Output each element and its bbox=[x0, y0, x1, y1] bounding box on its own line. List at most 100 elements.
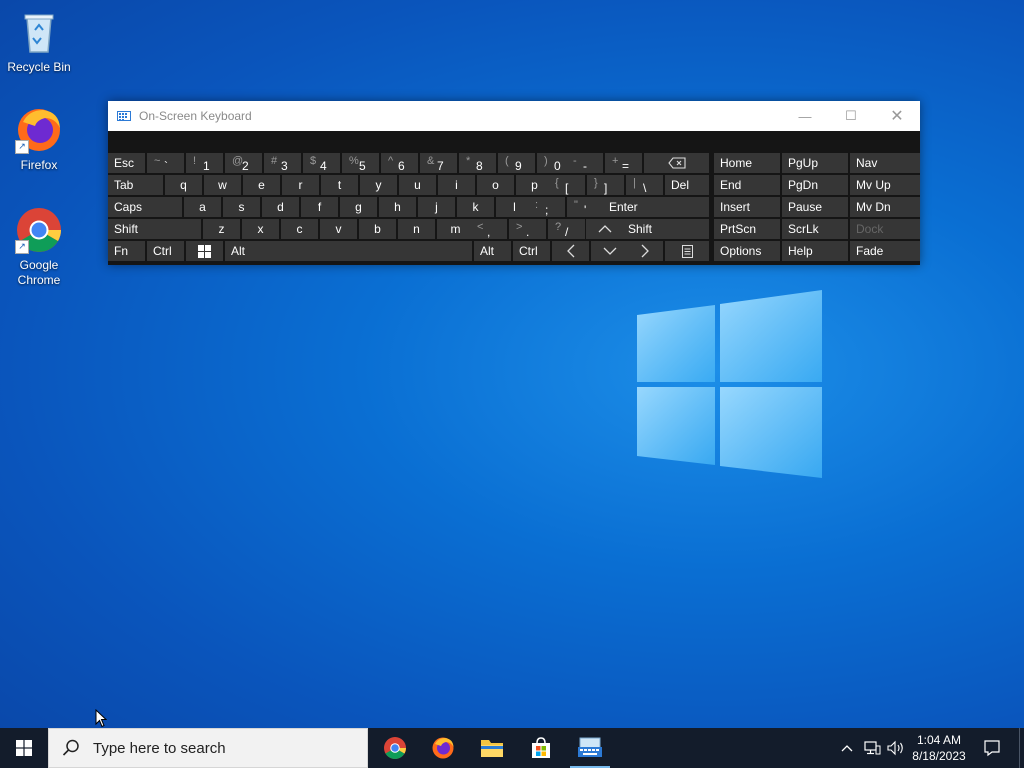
key-y[interactable]: y bbox=[360, 175, 397, 195]
key-bksp[interactable] bbox=[644, 153, 709, 173]
key-w[interactable]: w bbox=[204, 175, 241, 195]
taskbar-clock[interactable]: 1:04 AM 8/18/2023 bbox=[900, 732, 978, 764]
taskbar-chrome-button[interactable] bbox=[371, 728, 419, 768]
key-mvup[interactable]: Mv Up bbox=[850, 175, 920, 195]
key-equals[interactable]: + = bbox=[605, 153, 642, 173]
key-d8[interactable]: * 8 bbox=[459, 153, 496, 173]
key-quote[interactable]: " ' bbox=[567, 197, 604, 217]
key-x[interactable]: x bbox=[242, 219, 279, 239]
key-a[interactable]: a bbox=[184, 197, 221, 217]
key-enter[interactable]: Enter bbox=[603, 197, 709, 217]
key-comma[interactable]: <, bbox=[470, 219, 507, 239]
start-button[interactable] bbox=[0, 728, 48, 768]
desktop-icon-firefox[interactable]: ↗ Firefox bbox=[1, 106, 77, 173]
key-u[interactable]: u bbox=[399, 175, 436, 195]
key-d6[interactable]: ^ 6 bbox=[381, 153, 418, 173]
key-prtscn[interactable]: PrtScn bbox=[714, 219, 780, 239]
key-pgdn[interactable]: PgDn bbox=[782, 175, 848, 195]
key-insert[interactable]: Insert bbox=[714, 197, 780, 217]
key-mvdn[interactable]: Mv Dn bbox=[850, 197, 920, 217]
key-s[interactable]: s bbox=[223, 197, 260, 217]
key-slash[interactable]: ? / bbox=[548, 219, 585, 239]
key-t[interactable]: t bbox=[321, 175, 358, 195]
key-help[interactable]: Help bbox=[782, 241, 848, 261]
key-f[interactable]: f bbox=[301, 197, 338, 217]
key-d7[interactable]: & 7 bbox=[420, 153, 457, 173]
key-ctrl-r[interactable]: Ctrl bbox=[513, 241, 550, 261]
key-period[interactable]: >. bbox=[509, 219, 546, 239]
minimize-button[interactable]: — bbox=[782, 101, 828, 131]
key-fn[interactable]: Fn bbox=[108, 241, 145, 261]
key-home[interactable]: Home bbox=[714, 153, 780, 173]
key-esc[interactable]: Esc bbox=[108, 153, 145, 173]
taskbar-store-button[interactable] bbox=[517, 728, 565, 768]
key-o[interactable]: o bbox=[477, 175, 514, 195]
key-r[interactable]: r bbox=[282, 175, 319, 195]
key-caps[interactable]: Caps bbox=[108, 197, 182, 217]
key-q[interactable]: q bbox=[165, 175, 202, 195]
key-d2[interactable]: @2 bbox=[225, 153, 262, 173]
key-d3[interactable]: #3 bbox=[264, 153, 301, 173]
close-button[interactable]: ✕ bbox=[874, 101, 920, 131]
key-del[interactable]: Del bbox=[665, 175, 709, 195]
network-button[interactable] bbox=[860, 728, 884, 768]
key-d4[interactable]: $4 bbox=[303, 153, 340, 173]
key-shift-r[interactable]: Shift bbox=[622, 219, 709, 239]
key-end[interactable]: End bbox=[714, 175, 780, 195]
key-left[interactable] bbox=[552, 241, 589, 261]
key-pause[interactable]: Pause bbox=[782, 197, 848, 217]
taskbar-firefox-button[interactable] bbox=[419, 728, 467, 768]
show-hidden-icons-button[interactable] bbox=[837, 728, 857, 768]
key-g[interactable]: g bbox=[340, 197, 377, 217]
key-d9[interactable]: (9 bbox=[498, 153, 535, 173]
key-dock[interactable]: Dock bbox=[850, 219, 920, 239]
key-d5[interactable]: % 5 bbox=[342, 153, 379, 173]
key-j[interactable]: j bbox=[418, 197, 455, 217]
key-menu[interactable] bbox=[665, 241, 709, 261]
key-tilde[interactable]: ~ ` bbox=[147, 153, 184, 173]
key-shift-l[interactable]: Shift bbox=[108, 219, 201, 239]
key-alt-l[interactable]: Alt bbox=[225, 241, 262, 261]
key-lbrace[interactable]: {[ bbox=[548, 175, 585, 195]
key-k[interactable]: k bbox=[457, 197, 494, 217]
key-rbrace[interactable]: }] bbox=[587, 175, 624, 195]
key-d1[interactable]: ! 1 bbox=[186, 153, 223, 173]
key-pgup[interactable]: PgUp bbox=[782, 153, 848, 173]
key-alt-r[interactable]: Alt bbox=[474, 241, 511, 261]
key-win[interactable] bbox=[186, 241, 223, 261]
key-b[interactable]: b bbox=[359, 219, 396, 239]
key-e[interactable]: e bbox=[243, 175, 280, 195]
key-label: n bbox=[413, 222, 420, 236]
key-uparrow[interactable] bbox=[586, 219, 623, 239]
key-i[interactable]: i bbox=[438, 175, 475, 195]
key-m[interactable]: m bbox=[437, 219, 474, 239]
key-v[interactable]: v bbox=[320, 219, 357, 239]
key-z[interactable]: z bbox=[203, 219, 240, 239]
key-down[interactable] bbox=[591, 241, 628, 261]
taskbar-file-explorer-button[interactable] bbox=[468, 728, 516, 768]
show-desktop-button[interactable] bbox=[1019, 728, 1024, 768]
key-h[interactable]: h bbox=[379, 197, 416, 217]
key-c[interactable]: c bbox=[281, 219, 318, 239]
key-n[interactable]: n bbox=[398, 219, 435, 239]
key-tab[interactable]: Tab bbox=[108, 175, 163, 195]
key-nav[interactable]: Nav bbox=[850, 153, 920, 173]
key-shift-label: { bbox=[555, 177, 559, 189]
taskbar-on-screen-keyboard-button[interactable] bbox=[566, 728, 614, 768]
key-d[interactable]: d bbox=[262, 197, 299, 217]
key-scrlk[interactable]: ScrLk bbox=[782, 219, 848, 239]
key-right[interactable] bbox=[626, 241, 663, 261]
desktop-icon-google-chrome[interactable]: ↗ Google Chrome bbox=[1, 206, 77, 288]
key-ctrl-l[interactable]: Ctrl bbox=[147, 241, 184, 261]
key-options[interactable]: Options bbox=[714, 241, 780, 261]
key-space[interactable] bbox=[262, 241, 472, 261]
desktop-icon-recycle-bin[interactable]: Recycle Bin bbox=[1, 8, 77, 75]
window-titlebar[interactable]: On-Screen Keyboard — ☐ ✕ bbox=[108, 101, 920, 131]
action-center-button[interactable] bbox=[978, 728, 1006, 768]
taskbar-search-box[interactable]: Type here to search bbox=[48, 728, 368, 768]
key-fade[interactable]: Fade bbox=[850, 241, 920, 261]
key-pipe[interactable]: | \ bbox=[626, 175, 663, 195]
key-minus[interactable]: -- bbox=[566, 153, 603, 173]
key-semi[interactable]: :; bbox=[528, 197, 565, 217]
maximize-button[interactable]: ☐ bbox=[828, 101, 874, 131]
